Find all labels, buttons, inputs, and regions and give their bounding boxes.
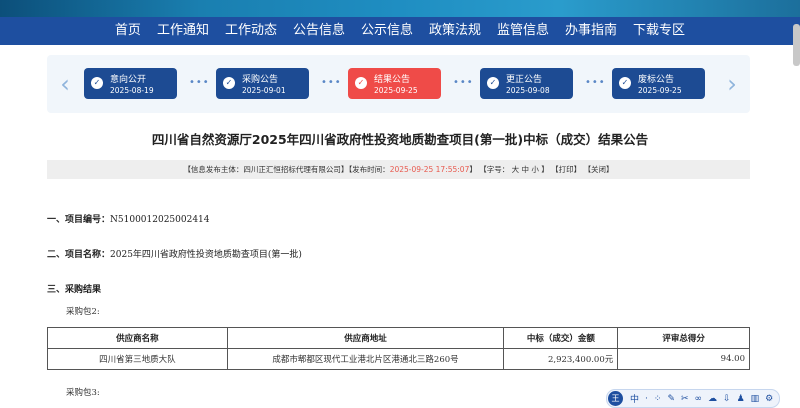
chevron-left-icon[interactable]: ‹ (55, 67, 75, 101)
main-nav: 首页 工作通知 工作动态 公告信息 公示信息 政策法规 监管信息 办事指南 下载… (0, 17, 800, 45)
cut-icon[interactable]: ✂ (681, 394, 689, 404)
step-intent[interactable]: ✓ 意向公开 2025-08-19 (84, 68, 177, 99)
nav-item-home[interactable]: 首页 (107, 17, 149, 45)
page-title: 四川省自然资源厅2025年四川省政府性投资地质勘查项目(第一批)中标（成交）结果… (151, 132, 649, 147)
nav-item-policies[interactable]: 政策法规 (421, 17, 489, 45)
check-icon: ✓ (91, 77, 103, 89)
accessibility-toolbar: 王 中 · ⁘ ✎ ✂ ∞ ☁ ⇩ ♟ ▥ ⚙ (606, 389, 780, 408)
results-table: 供应商名称 供应商地址 中标（成交）金额 评审总得分 四川省第三地质大队 成都市… (47, 327, 750, 370)
close-link[interactable]: 【关闭】 (584, 165, 614, 174)
check-icon: ✓ (355, 77, 367, 89)
nav-item-guide[interactable]: 办事指南 (557, 17, 625, 45)
publish-time-prefix: 【发布时间： (348, 165, 390, 174)
language-icon[interactable]: 中 (630, 392, 639, 405)
nav-item-work-news[interactable]: 工作动态 (217, 17, 285, 45)
project-number: N5100012025002414 (110, 215, 210, 225)
step-connector: ••• (189, 77, 210, 88)
print-link[interactable]: 【打印】 (551, 165, 581, 174)
package-2-label: 采购包2: (66, 307, 100, 317)
publish-time-suffix: 】 (469, 165, 477, 174)
step-procurement[interactable]: ✓ 采购公告 2025-09-01 (216, 68, 309, 99)
dot-icon: · (645, 393, 648, 404)
meta-bar: 【信息发布主体：四川正汇恒招标代理有限公司】【发布时间：2025-09-25 1… (47, 160, 750, 179)
step-label: 更正公告 (506, 75, 543, 85)
process-steps: ‹ ✓ 意向公开 2025-08-19 ••• ✓ 采购公告 2025-09-0… (47, 55, 750, 113)
table-header-row: 供应商名称 供应商地址 中标（成交）金额 评审总得分 (47, 327, 750, 349)
step-label: 废标公告 (638, 75, 675, 85)
step-result[interactable]: ✓ 结果公告 2025-09-25 (348, 68, 441, 99)
nav-item-downloads[interactable]: 下载专区 (625, 17, 693, 45)
step-label: 结果公告 (374, 75, 411, 85)
award-amount: 2,923,400.00元 (503, 348, 619, 370)
publish-time: 2025-09-25 17:55:07 (389, 165, 470, 174)
col-header-amount: 中标（成交）金额 (503, 327, 619, 349)
section-label: 二、项目名称： (47, 250, 111, 260)
person-icon[interactable]: ♟ (737, 394, 745, 404)
step-cancel[interactable]: ✓ 废标公告 2025-09-25 (612, 68, 705, 99)
step-connector: ••• (585, 77, 606, 88)
col-header-supplier: 供应商名称 (47, 327, 228, 349)
settings-icon[interactable]: ⚙ (765, 394, 773, 404)
table-row: 四川省第三地质大队 成都市郫都区现代工业港北片区港通北三路260号 2,923,… (47, 348, 750, 370)
nav-item-supervision[interactable]: 监管信息 (489, 17, 557, 45)
edit-icon[interactable]: ✎ (667, 394, 675, 404)
step-label: 采购公告 (242, 75, 279, 85)
step-date: 2025-09-25 (374, 86, 418, 95)
step-connector: ••• (321, 77, 342, 88)
step-label: 意向公开 (110, 75, 147, 85)
scrollbar-thumb[interactable] (793, 24, 800, 66)
check-icon: ✓ (223, 77, 235, 89)
supplier-name: 四川省第三地质大队 (47, 348, 228, 370)
step-correction[interactable]: ✓ 更正公告 2025-09-08 (480, 68, 573, 99)
grid-icon[interactable]: ▥ (751, 394, 760, 404)
section-results: 三、采购结果 (47, 285, 102, 295)
total-score: 94.00 (617, 348, 750, 370)
font-size-controls[interactable]: 【字号： 大 中 小 】 (479, 165, 549, 174)
chevron-right-icon[interactable]: › (722, 67, 742, 101)
step-date: 2025-09-08 (506, 86, 550, 95)
col-header-address: 供应商地址 (226, 327, 505, 349)
supplier-address: 成都市郫都区现代工业港北片区港通北三路260号 (226, 348, 505, 370)
step-connector: ••• (453, 77, 474, 88)
voice-icon[interactable]: ⁘ (654, 394, 662, 404)
check-icon: ✓ (619, 77, 631, 89)
step-date: 2025-09-01 (242, 86, 286, 95)
check-icon: ✓ (487, 77, 499, 89)
section-project-number: 一、项目编号：N5100012025002414 (47, 212, 210, 225)
step-date: 2025-08-19 (110, 86, 154, 95)
link-icon[interactable]: ∞ (695, 394, 703, 404)
package-3-label: 采购包3: (66, 388, 100, 398)
section-project-name: 二、项目名称：2025年四川省政府性投资地质勘查项目(第一批) (47, 247, 302, 260)
nav-item-publicity[interactable]: 公示信息 (353, 17, 421, 45)
nav-item-work-notice[interactable]: 工作通知 (149, 17, 217, 45)
project-name: 2025年四川省政府性投资地质勘查项目(第一批) (110, 250, 302, 260)
col-header-score: 评审总得分 (617, 327, 750, 349)
section-label: 一、项目编号： (47, 215, 111, 225)
toolbar-logo-icon[interactable]: 王 (608, 391, 623, 406)
cloud-icon[interactable]: ☁ (708, 394, 717, 404)
download-icon[interactable]: ⇩ (723, 394, 731, 404)
step-date: 2025-09-25 (638, 86, 682, 95)
header-banner (0, 0, 800, 17)
publisher: 【信息发布主体：四川正汇恒招标代理有限公司】 (183, 165, 349, 174)
nav-item-announcements[interactable]: 公告信息 (285, 17, 353, 45)
